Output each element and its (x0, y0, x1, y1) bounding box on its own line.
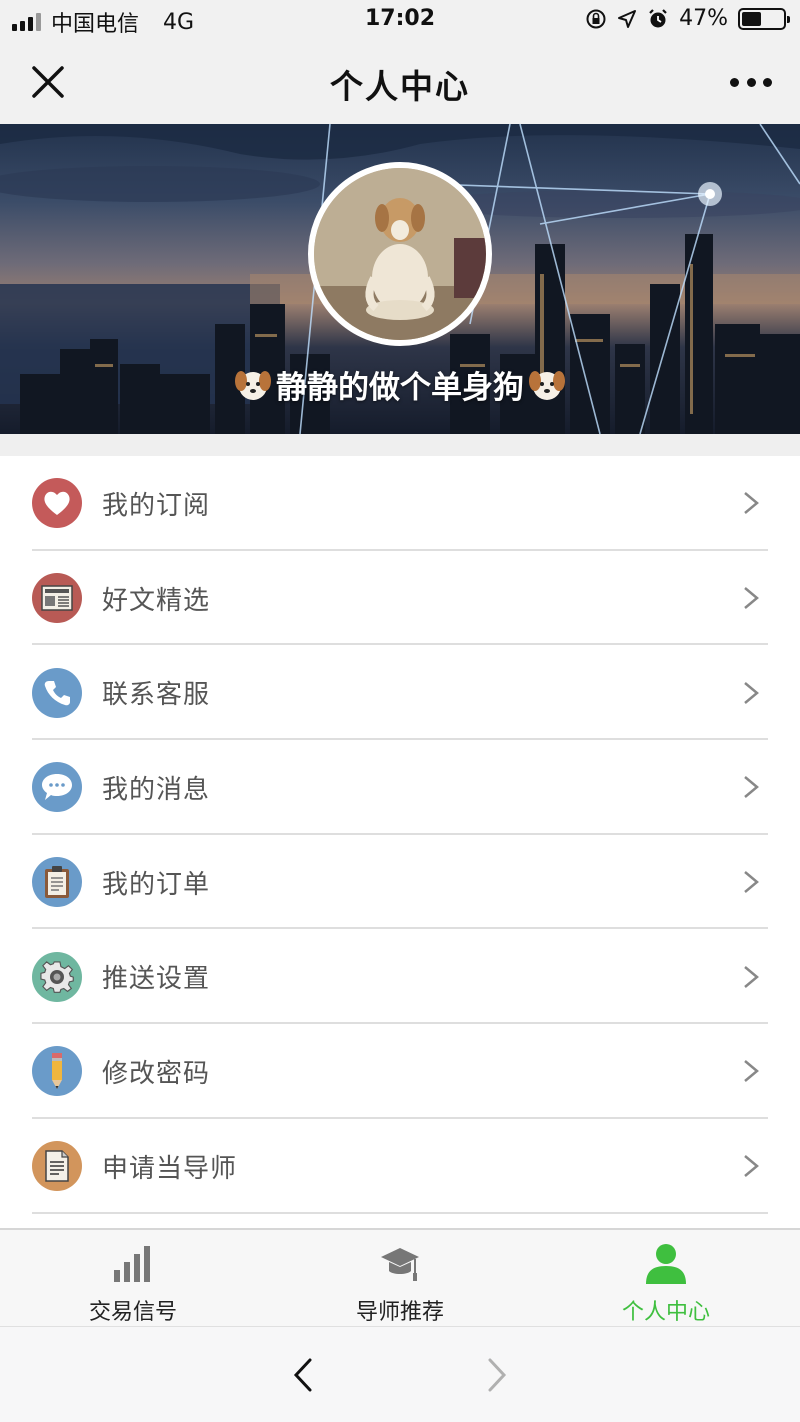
bar-chart-icon (114, 1246, 150, 1282)
menu-item-push-settings[interactable]: 推送设置 (0, 929, 800, 1025)
battery-icon (738, 7, 790, 30)
chevron-right-icon (744, 871, 759, 894)
dog-face-icon (529, 370, 565, 400)
menu-item-orders[interactable]: 我的订单 (0, 835, 800, 930)
pencil-icon (32, 1046, 82, 1097)
username-text: 静静的做个单身狗 (276, 370, 524, 406)
menu-label: 我的消息 (102, 774, 211, 805)
menu-label: 联系客服 (102, 680, 211, 711)
chevron-right-icon (744, 965, 759, 988)
heart-icon (32, 478, 82, 529)
status-bar: 中国电信 4G 17:02 47% (0, 0, 800, 40)
tab-trading-signals[interactable]: 交易信号 (0, 1230, 266, 1326)
section-divider (0, 434, 800, 456)
person-icon (646, 1244, 686, 1284)
dog-face-icon (235, 370, 271, 400)
tab-mentor-recommend[interactable]: 导师推荐 (267, 1230, 533, 1326)
menu-label: 我的订阅 (102, 490, 211, 521)
menu-label: 推送设置 (102, 964, 211, 995)
more-icon[interactable] (730, 62, 772, 102)
location-icon (618, 9, 637, 28)
profile-banner: 静静的做个单身狗 (0, 124, 800, 434)
rotation-lock-icon (586, 9, 606, 28)
tab-label: 个人中心 (621, 1300, 710, 1325)
username: 静静的做个单身狗 (0, 362, 800, 407)
battery-percent: 47% (679, 6, 728, 31)
document-icon (32, 1141, 82, 1192)
newspaper-icon (32, 573, 82, 624)
chevron-right-icon (744, 681, 759, 704)
gear-icon (32, 951, 82, 1002)
menu-item-featured-articles[interactable]: 好文精选 (0, 551, 800, 646)
chevron-right-icon (744, 492, 759, 515)
chevron-right-icon (744, 1155, 759, 1178)
dog-photo (314, 168, 486, 340)
graduation-cap-icon (381, 1248, 419, 1281)
menu-label: 好文精选 (102, 585, 211, 616)
menu-item-subscriptions[interactable]: 我的订阅 (0, 456, 800, 551)
nav-bar: 个人中心 (0, 40, 800, 124)
menu-label: 我的订单 (102, 869, 211, 900)
menu-item-apply-mentor[interactable]: 申请当导师 (0, 1119, 800, 1214)
browser-nav-bar (0, 1326, 800, 1422)
menu-item-messages[interactable]: 我的消息 (0, 740, 800, 835)
tab-bar: 交易信号 导师推荐 个人中心 (0, 1228, 800, 1326)
page-title: 个人中心 (330, 67, 470, 106)
tab-personal-center[interactable]: 个人中心 (533, 1230, 799, 1326)
menu-label: 修改密码 (102, 1058, 211, 1089)
forward-arrow-icon[interactable] (482, 1357, 510, 1393)
chevron-right-icon (744, 1060, 759, 1083)
chevron-right-icon (744, 587, 759, 609)
chat-icon (32, 762, 82, 813)
menu-item-customer-service[interactable]: 联系客服 (0, 645, 800, 741)
phone-icon (32, 667, 82, 718)
alarm-icon (649, 8, 667, 27)
menu-label: 申请当导师 (102, 1153, 238, 1184)
menu-list: 我的订阅 好文精选 联系客服 我的消息 我的订单 推送设置 修改密码 申请当导师 (0, 456, 800, 1214)
menu-item-change-password[interactable]: 修改密码 (0, 1024, 800, 1119)
back-arrow-icon[interactable] (290, 1357, 318, 1393)
tab-label: 交易信号 (88, 1300, 177, 1325)
avatar[interactable] (308, 162, 492, 346)
tab-label: 导师推荐 (355, 1300, 444, 1325)
chevron-right-icon (744, 776, 759, 799)
clipboard-icon (32, 857, 82, 908)
